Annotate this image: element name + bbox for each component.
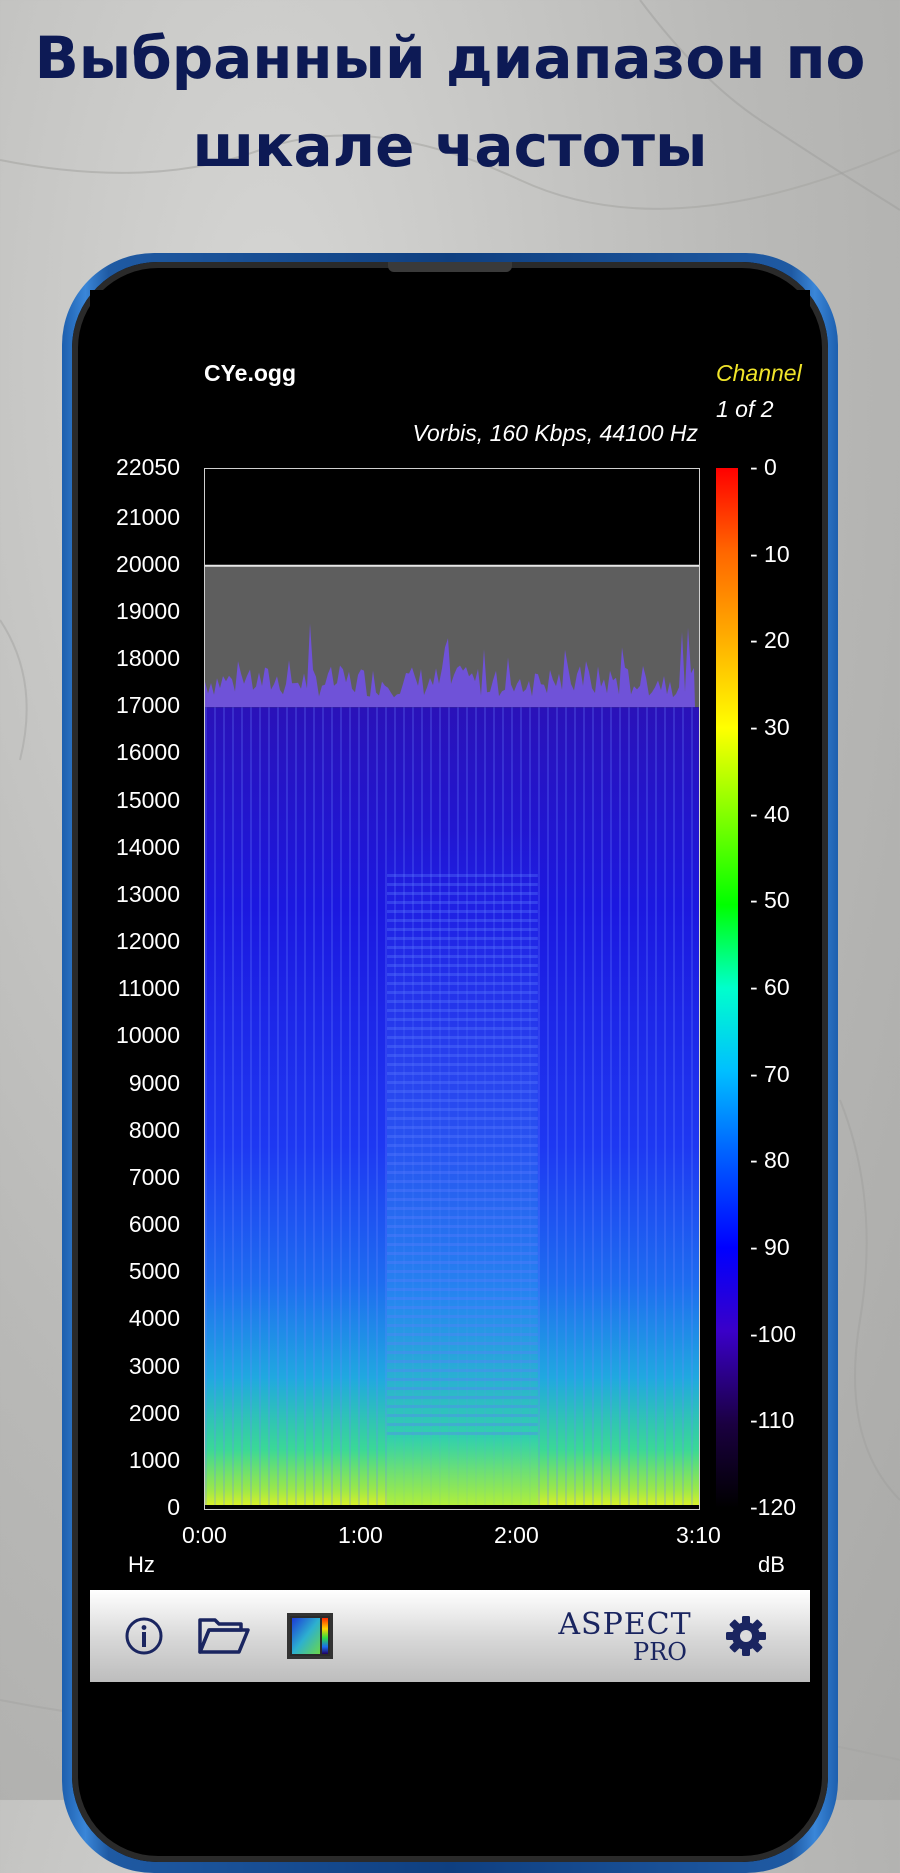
db-unit-label: dB: [758, 1552, 785, 1577]
db-tick: - 50: [750, 887, 790, 914]
settings-button[interactable]: [718, 1608, 774, 1664]
frequency-tick: 8000: [128, 1116, 180, 1143]
frequency-tick: 13000: [116, 880, 180, 907]
frequency-tick: 7000: [128, 1163, 180, 1190]
frequency-tick: 11000: [117, 975, 180, 1002]
db-tick: - 40: [750, 800, 790, 827]
frequency-tick: 14000: [116, 833, 180, 860]
frequency-tick: 2000: [128, 1399, 180, 1426]
db-tick: - 20: [750, 627, 790, 654]
frequency-tick: 9000: [128, 1069, 180, 1096]
channel-label[interactable]: Channel: [716, 360, 802, 387]
codec-info: Vorbis, 160 Kbps, 44100 Hz: [412, 420, 698, 446]
time-tick: 1:00: [338, 1522, 383, 1548]
db-colorbar: [716, 468, 738, 1508]
aspect-pro-logo: ASPECT PRO: [555, 1610, 695, 1670]
frequency-tick: 15000: [116, 786, 180, 813]
headline-line2: шкале частоты: [192, 112, 708, 180]
frequency-tick: 5000: [128, 1258, 180, 1285]
colormap-button[interactable]: [282, 1608, 338, 1664]
frequency-tick: 12000: [116, 928, 180, 954]
frequency-tick: 6000: [128, 1211, 180, 1237]
time-tick: 3:10: [676, 1522, 721, 1548]
colormap-icon: [287, 1613, 333, 1659]
db-tick: - 70: [750, 1060, 790, 1087]
frequency-tick: 17000: [116, 692, 180, 719]
info-icon: [125, 1617, 163, 1655]
db-tick: - 80: [750, 1147, 790, 1174]
open-file-button[interactable]: [196, 1608, 252, 1664]
file-name: CYe.ogg: [204, 360, 297, 386]
time-tick: 2:00: [494, 1522, 539, 1548]
db-tick: - 90: [750, 1234, 790, 1260]
frequency-tick: 3000: [128, 1352, 180, 1379]
channel-value[interactable]: 1 of 2: [716, 396, 774, 423]
spectrogram-plot[interactable]: [204, 468, 700, 1510]
folder-open-icon: [198, 1618, 250, 1654]
headline-line1: Выбранный диапазон по: [34, 24, 866, 92]
frequency-tick: 10000: [116, 1022, 180, 1049]
time-tick: 0:00: [182, 1522, 227, 1548]
bottom-toolbar: ASPECT PRO: [90, 1590, 810, 1682]
logo-line2: PRO: [633, 1638, 687, 1666]
db-tick: - 60: [750, 974, 790, 1000]
frequency-tick: 16000: [116, 739, 180, 766]
headline: Выбранный диапазон по шкале частоты: [0, 14, 900, 190]
db-tick: - 10: [750, 540, 790, 567]
frequency-tick: 20000: [116, 550, 180, 577]
db-tick: - 30: [750, 714, 790, 740]
frequency-tick: 0: [167, 1494, 180, 1520]
frequency-tick: 22050: [116, 454, 180, 480]
db-tick: - 0: [750, 454, 777, 480]
db-tick: -100: [750, 1320, 797, 1347]
app-screen: CYe.ogg Channel 1 of 2 Vorbis, 160 Kbps,…: [90, 290, 810, 1710]
frequency-tick: 19000: [116, 597, 180, 624]
db-tick: -120: [750, 1494, 797, 1520]
logo-line1: ASPECT: [558, 1607, 692, 1642]
phone-speaker: [388, 262, 512, 272]
spectrogram-harmonics: [387, 872, 538, 1439]
info-button[interactable]: [116, 1608, 172, 1664]
frequency-tick: 18000: [116, 645, 180, 672]
hz-unit-label: Hz: [128, 1552, 155, 1577]
db-tick: -110: [750, 1407, 795, 1434]
gear-icon: [726, 1616, 766, 1656]
frequency-tick: 1000: [128, 1446, 180, 1473]
spectrogram-canvas: [205, 564, 699, 1505]
frequency-tick: 21000: [116, 503, 180, 530]
frequency-tick: 4000: [128, 1305, 180, 1332]
